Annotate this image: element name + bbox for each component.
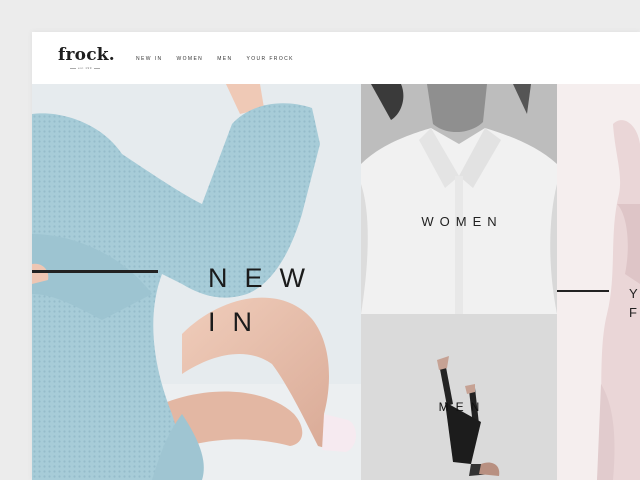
men-label: MEN — [438, 400, 487, 414]
women-label: WOMEN — [421, 214, 503, 229]
women-tile[interactable]: WOMEN — [361, 84, 557, 314]
your-frock-tile[interactable]: Y F — [557, 84, 640, 480]
nav-item-your-frock[interactable]: YOUR FROCK — [247, 56, 294, 62]
brand-logo[interactable]: frock. — [58, 45, 115, 65]
site-header: frock. est 199 NEW IN WOMEN MEN YOUR FRO… — [32, 32, 640, 84]
main-nav: NEW IN WOMEN MEN YOUR FROCK — [136, 56, 294, 62]
new-in-label: NEW IN — [208, 263, 322, 337]
men-tile[interactable]: MEN — [361, 314, 557, 480]
new-in-tile[interactable]: NEW IN — [32, 84, 361, 480]
new-in-divider — [32, 270, 158, 273]
brand-tagline: est 199 — [68, 66, 102, 70]
your-frock-divider — [557, 290, 609, 292]
your-frock-label: Y F — [629, 286, 640, 320]
men-photo — [361, 314, 557, 480]
women-photo — [361, 84, 557, 314]
nav-item-men[interactable]: MEN — [217, 56, 232, 62]
nav-item-new-in[interactable]: NEW IN — [136, 56, 162, 62]
storefront-page: frock. est 199 NEW IN WOMEN MEN YOUR FRO… — [32, 32, 640, 480]
your-frock-photo — [557, 84, 640, 480]
nav-item-women[interactable]: WOMEN — [176, 56, 203, 62]
